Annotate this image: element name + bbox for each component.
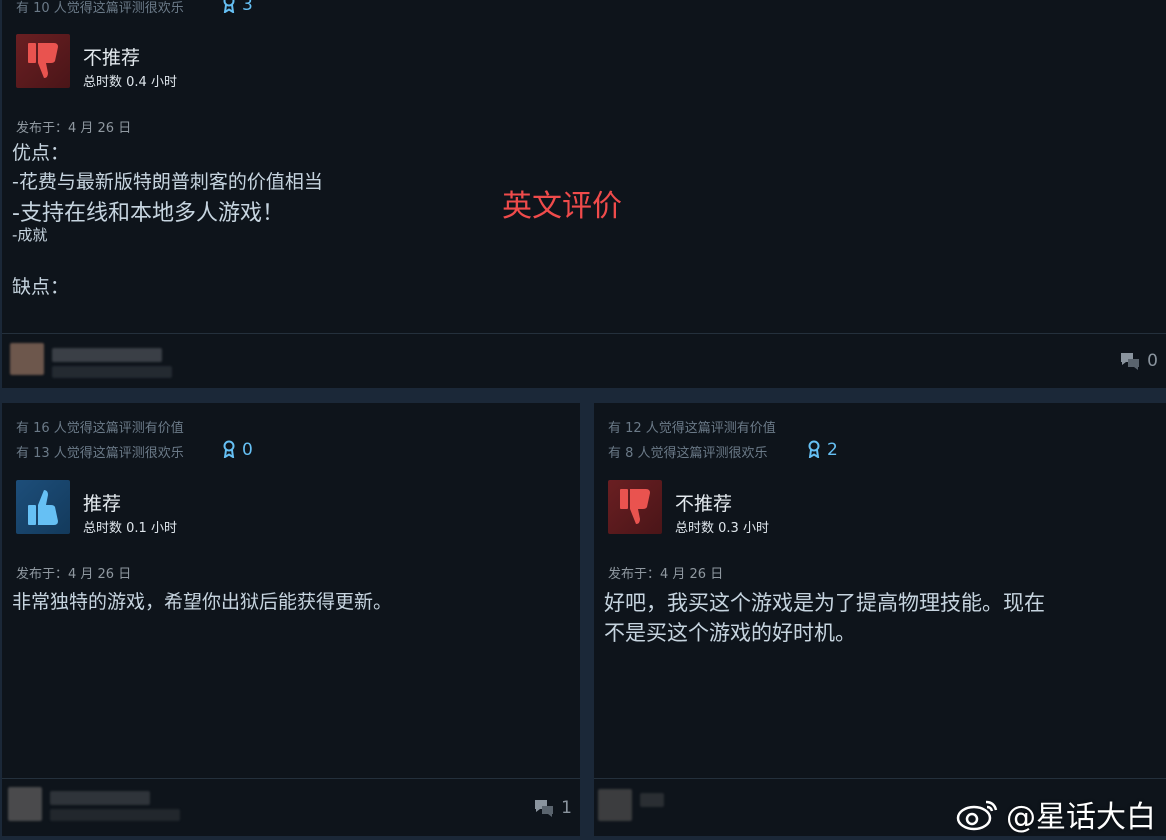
award-icon bbox=[223, 0, 235, 14]
funny-count-text: 有 10 人觉得这篇评测很欢乐 bbox=[16, 1, 184, 16]
funny-count-text: 有 13 人觉得这篇评测很欢乐 bbox=[16, 446, 184, 461]
comment-icon bbox=[1121, 353, 1140, 370]
card-divider bbox=[2, 333, 1166, 334]
watermark: @星话大白 bbox=[956, 792, 1156, 836]
playtime-hours: 总时数 0.4 小时 bbox=[83, 75, 177, 90]
award-count: 0 bbox=[242, 440, 253, 460]
award-button[interactable]: 3 bbox=[222, 0, 253, 15]
reviewer-info bbox=[50, 809, 180, 821]
reviewer-info bbox=[52, 366, 172, 378]
review-body-line: -支持在线和本地多人游戏！ bbox=[12, 201, 284, 226]
review-body-line: -花费与最新版特朗普刺客的价值相当 bbox=[12, 171, 323, 193]
review-body-line: 优点： bbox=[12, 142, 70, 164]
helpful-count-text: 有 16 人觉得这篇评测有价值 bbox=[16, 421, 184, 436]
posted-date: 发布于：4 月 26 日 bbox=[16, 121, 132, 136]
award-icon bbox=[223, 440, 235, 459]
avatar[interactable] bbox=[598, 789, 632, 821]
review-body-line: 不是买这个游戏的好时机。 bbox=[604, 621, 856, 645]
posted-date: 发布于：4 月 26 日 bbox=[16, 567, 132, 582]
playtime-hours: 总时数 0.1 小时 bbox=[83, 521, 177, 536]
award-icon bbox=[808, 440, 820, 459]
award-count: 2 bbox=[827, 440, 838, 460]
posted-date: 发布于：4 月 26 日 bbox=[608, 567, 724, 582]
playtime-hours: 总时数 0.3 小时 bbox=[675, 521, 769, 536]
verdict-label: 推荐 bbox=[83, 493, 122, 515]
review-body-line: 缺点： bbox=[12, 276, 70, 298]
review-card-2: 有 16 人觉得这篇评测有价值 有 13 人觉得这篇评测很欢乐 0 推荐 总时数… bbox=[2, 403, 580, 836]
weibo-icon bbox=[956, 800, 998, 831]
helpful-count-text: 有 12 人觉得这篇评测有价值 bbox=[608, 421, 776, 436]
award-count: 3 bbox=[242, 0, 253, 15]
reviewer-name[interactable] bbox=[52, 348, 162, 362]
comments-link[interactable]: 1 bbox=[533, 798, 572, 818]
avatar[interactable] bbox=[8, 787, 42, 821]
comment-count: 1 bbox=[561, 798, 572, 818]
card-divider bbox=[594, 778, 1166, 779]
award-button[interactable]: 2 bbox=[807, 440, 838, 460]
thumbs-down-icon bbox=[608, 480, 662, 534]
review-body-line: -成就 bbox=[12, 226, 48, 244]
avatar[interactable] bbox=[10, 343, 44, 375]
thumbs-up-icon bbox=[16, 480, 70, 534]
verdict-label: 不推荐 bbox=[675, 493, 733, 515]
comments-link[interactable]: 0 bbox=[1119, 351, 1158, 371]
reviewer-name[interactable] bbox=[50, 791, 150, 805]
card-divider bbox=[2, 778, 580, 779]
review-body-line: 非常独特的游戏，希望你出狱后能获得更新。 bbox=[12, 591, 393, 613]
comment-count: 0 bbox=[1147, 351, 1158, 371]
reviewer-name[interactable] bbox=[640, 793, 664, 807]
funny-count-text: 有 8 人觉得这篇评测很欢乐 bbox=[608, 446, 768, 461]
annotation-label: 英文评价 bbox=[502, 189, 622, 224]
review-body-line: 好吧，我买这个游戏是为了提高物理技能。现在 bbox=[604, 591, 1045, 615]
review-card-3: 有 12 人觉得这篇评测有价值 有 8 人觉得这篇评测很欢乐 2 不推荐 总时数… bbox=[594, 403, 1166, 836]
award-button[interactable]: 0 bbox=[222, 440, 253, 460]
comment-icon bbox=[535, 800, 554, 817]
verdict-label: 不推荐 bbox=[83, 47, 141, 69]
thumbs-down-icon bbox=[16, 34, 70, 88]
watermark-text: @星话大白 bbox=[1006, 800, 1156, 835]
